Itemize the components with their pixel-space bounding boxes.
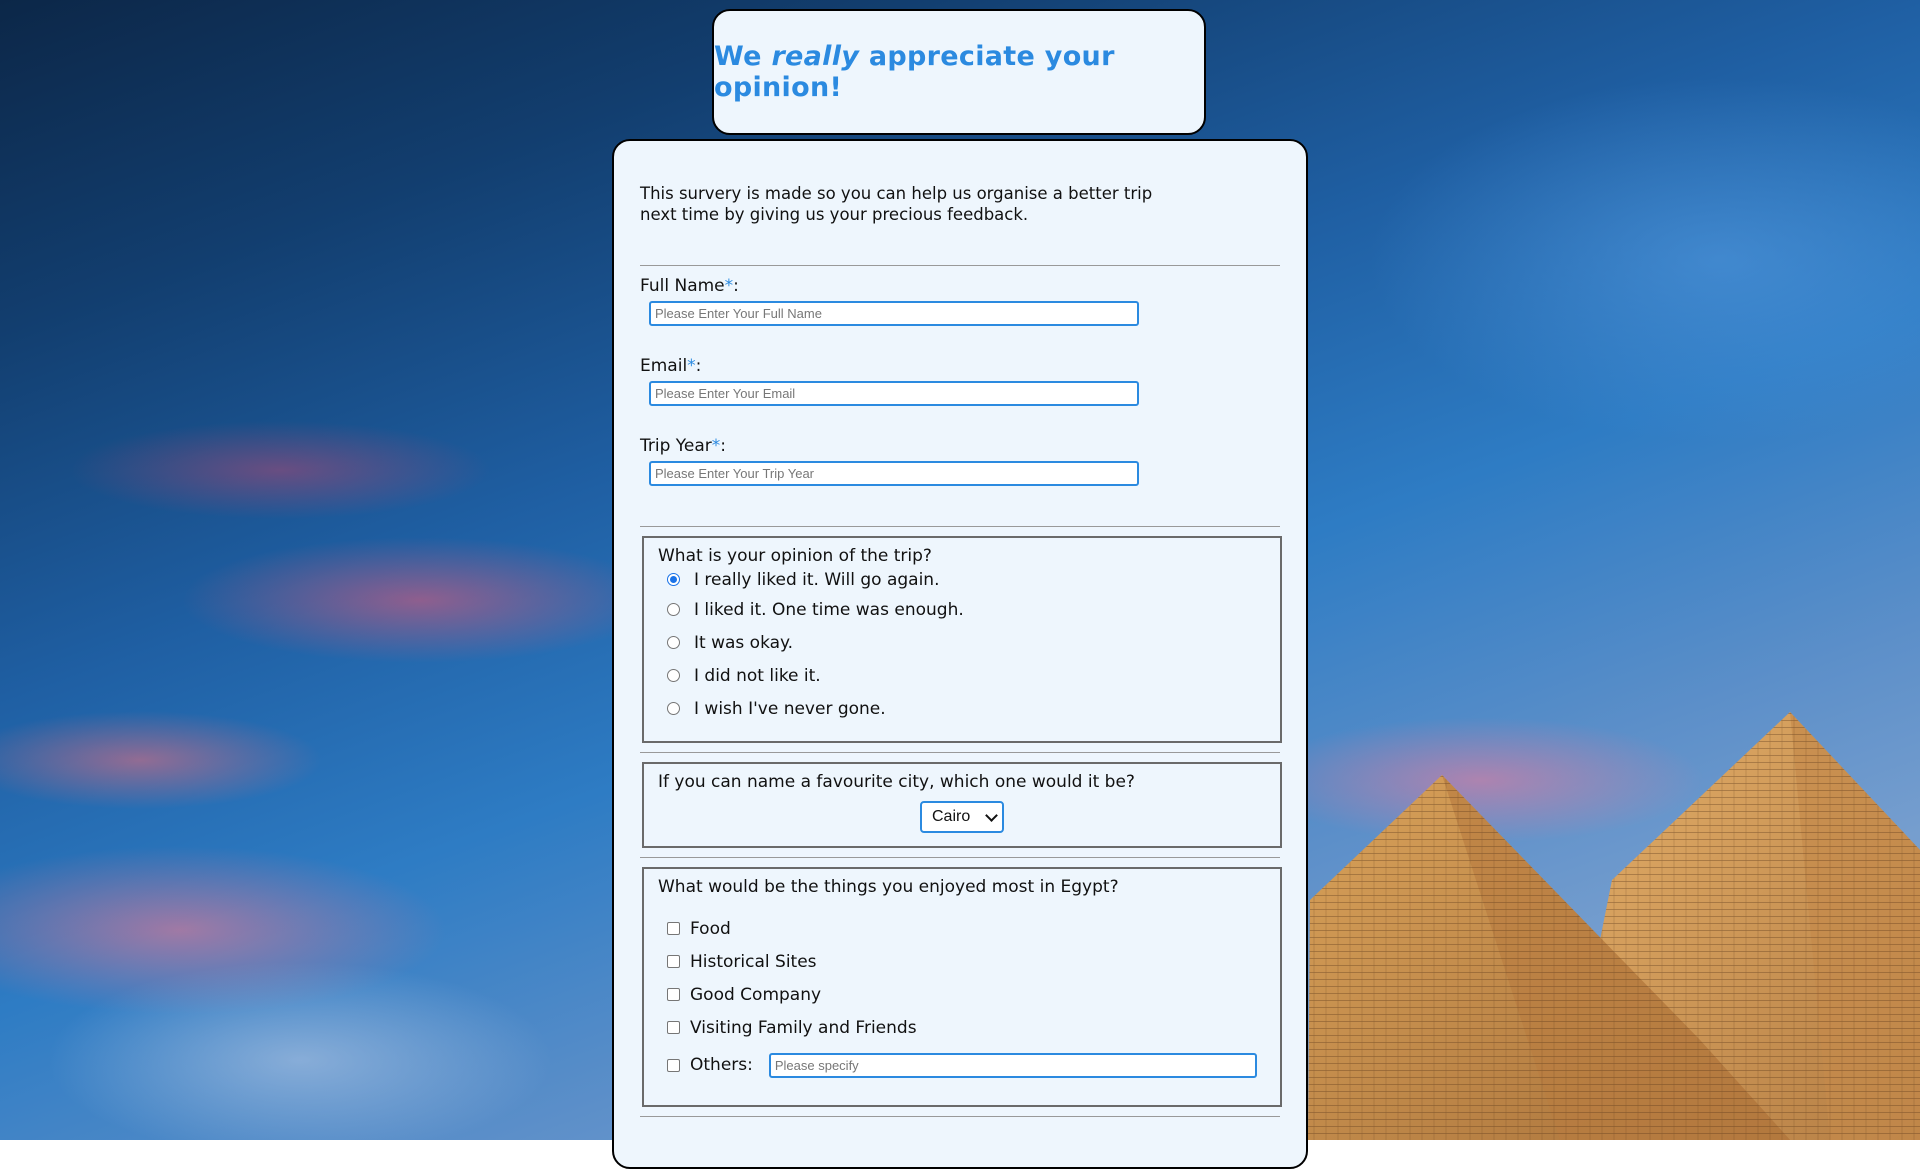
enjoyed-fieldset: What would be the things you enjoyed mos… — [642, 867, 1282, 1107]
radio-button[interactable] — [667, 636, 680, 649]
checkbox[interactable] — [667, 988, 680, 1001]
trip-year-label: Trip Year*: — [640, 436, 727, 456]
radio-button[interactable] — [667, 603, 680, 616]
checkbox-option[interactable]: Visiting Family and Friends — [658, 1011, 1266, 1044]
page-title: We really appreciate your opinion! — [714, 41, 1115, 103]
city-question: If you can name a favourite city, which … — [658, 772, 1135, 792]
divider — [640, 1116, 1280, 1117]
divider — [640, 857, 1280, 858]
radio-option[interactable]: It was okay. — [658, 626, 1266, 659]
radio-option[interactable]: I did not like it. — [658, 659, 1266, 692]
city-fieldset: If you can name a favourite city, which … — [642, 762, 1282, 848]
full-name-input[interactable] — [649, 301, 1139, 326]
checkbox-option[interactable]: Good Company — [658, 978, 1266, 1011]
radio-option[interactable]: I liked it. One time was enough. — [658, 593, 1266, 626]
radio-button[interactable] — [667, 702, 680, 715]
chevron-down-icon — [985, 808, 998, 822]
checkbox-label: Good Company — [690, 984, 822, 1005]
others-input[interactable] — [768, 1052, 1257, 1078]
radio-option[interactable]: I wish I've never gone. — [658, 692, 1266, 725]
intro-text: This survery is made so you can help us … — [640, 184, 1153, 224]
radio-button-checked[interactable] — [667, 573, 680, 586]
enjoyed-question: What would be the things you enjoyed mos… — [658, 877, 1119, 897]
survey-form: This survery is made so you can help us … — [612, 139, 1308, 1169]
city-select[interactable]: Cairo — [920, 801, 1004, 833]
checkbox[interactable] — [667, 922, 680, 935]
checkbox-label: Historical Sites — [690, 951, 817, 972]
radio-button[interactable] — [667, 669, 680, 682]
checkbox-option[interactable]: Food — [658, 912, 1266, 945]
radio-option[interactable]: I really liked it. Will go again. — [658, 566, 1266, 593]
checkbox-option[interactable]: Historical Sites — [658, 945, 1266, 978]
checkbox[interactable] — [667, 1058, 680, 1072]
city-select-value: Cairo — [932, 808, 971, 825]
checkbox[interactable] — [667, 1021, 680, 1034]
radio-label: It was okay. — [694, 632, 794, 653]
checkbox-option[interactable]: Others: — [658, 1044, 1266, 1086]
checkbox-label: Others: — [690, 1055, 753, 1075]
checkbox[interactable] — [667, 955, 680, 968]
header-card: We really appreciate your opinion! — [712, 9, 1206, 135]
divider — [640, 526, 1280, 527]
radio-label: I liked it. One time was enough. — [694, 599, 964, 620]
trip-year-input[interactable] — [649, 461, 1139, 486]
email-label: Email*: — [640, 356, 702, 376]
checkbox-label: Food — [690, 918, 731, 939]
full-name-label: Full Name*: — [640, 276, 739, 296]
email-input[interactable] — [649, 381, 1139, 406]
radio-label: I really liked it. Will go again. — [694, 569, 940, 590]
radio-label: I wish I've never gone. — [694, 698, 886, 719]
opinion-question: What is your opinion of the trip? — [658, 546, 932, 566]
checkbox-label: Visiting Family and Friends — [690, 1017, 917, 1038]
divider — [640, 752, 1280, 753]
opinion-fieldset: What is your opinion of the trip? I real… — [642, 536, 1282, 743]
radio-label: I did not like it. — [694, 665, 821, 686]
divider — [640, 265, 1280, 266]
